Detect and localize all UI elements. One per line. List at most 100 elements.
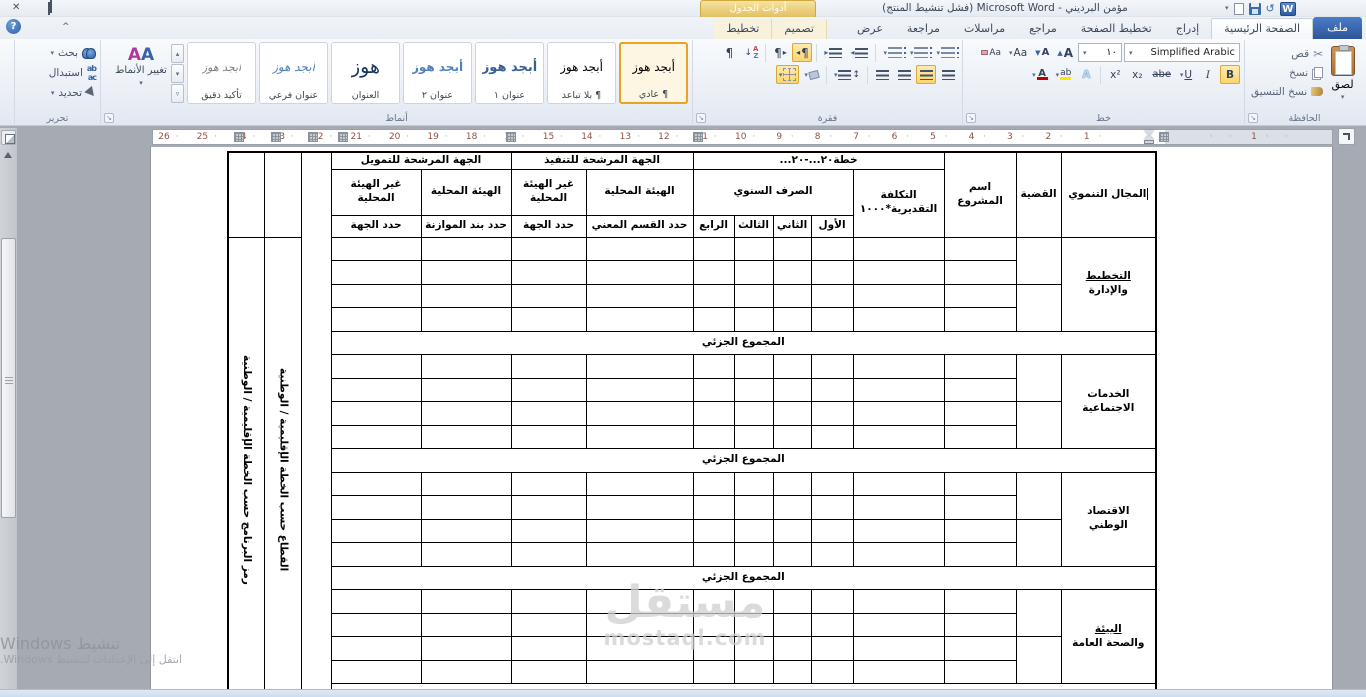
qat-customize-icon[interactable]: ▾ xyxy=(1225,2,1229,15)
change-case-button[interactable]: Aa ▾ xyxy=(1006,43,1030,62)
q1-data-cell[interactable] xyxy=(810,542,854,567)
cost-data-cell[interactable] xyxy=(852,260,945,285)
entity-fund-data-cell[interactable] xyxy=(330,495,422,520)
q3-data-cell[interactable] xyxy=(733,236,774,261)
header-plan-cell[interactable]: خطة٢٠...-٢٠... xyxy=(692,151,945,170)
decrease-indent-button[interactable]: ◂ xyxy=(847,43,871,62)
entity-fund-data-cell[interactable] xyxy=(330,283,422,308)
dept-data-cell[interactable] xyxy=(585,636,694,661)
spacer-column-cell[interactable] xyxy=(300,151,332,697)
q1-data-cell[interactable] xyxy=(810,260,854,285)
format-painter-button[interactable]: نسخ التنسيق xyxy=(1249,82,1325,101)
q4-data-cell[interactable] xyxy=(692,471,735,496)
q1-data-cell[interactable] xyxy=(810,354,854,379)
sort-button[interactable]: A Z ↓ xyxy=(741,43,761,62)
issue-data-cell[interactable] xyxy=(1015,518,1062,567)
subtotal-cell[interactable]: المجموع الجزئي xyxy=(330,448,1157,473)
dept-data-cell[interactable] xyxy=(585,401,694,426)
center-button[interactable] xyxy=(916,65,936,84)
font-size-combobox[interactable]: ▾ ١٠ xyxy=(1078,43,1122,62)
project-data-cell[interactable] xyxy=(943,354,1017,379)
dept-data-cell[interactable] xyxy=(585,471,694,496)
find-button[interactable]: بحث ▾ xyxy=(19,43,96,62)
project-data-cell[interactable] xyxy=(943,401,1017,426)
cost-data-cell[interactable] xyxy=(852,307,945,332)
project-data-cell[interactable] xyxy=(943,612,1017,637)
q2-data-cell[interactable] xyxy=(772,518,812,543)
q1-data-cell[interactable] xyxy=(810,518,854,543)
q3-data-cell[interactable] xyxy=(733,518,774,543)
numbering-button[interactable]: ▾ xyxy=(907,43,933,62)
style-no-spacing[interactable]: أبجد هوز ¶ بلا تباعد xyxy=(547,42,616,104)
shrink-font-button[interactable]: A ▼ xyxy=(1032,43,1052,62)
q2-data-cell[interactable] xyxy=(772,260,812,285)
cost-data-cell[interactable] xyxy=(852,401,945,426)
header-exec-entity-cell[interactable]: الجهة المرشحة للتنفيذ xyxy=(510,151,694,170)
q3-data-cell[interactable] xyxy=(733,307,774,332)
view-ruler-toggle-icon[interactable] xyxy=(1,130,16,145)
cost-data-cell[interactable] xyxy=(852,377,945,402)
dept-data-cell[interactable] xyxy=(585,659,694,684)
q4-data-cell[interactable] xyxy=(692,659,735,684)
q4-data-cell[interactable] xyxy=(692,495,735,520)
q3-data-cell[interactable] xyxy=(733,354,774,379)
entity-exec-data-cell[interactable] xyxy=(510,236,587,261)
budget-data-cell[interactable] xyxy=(420,236,512,261)
cut-button[interactable]: ✂ قص xyxy=(1249,44,1325,63)
multilevel-list-button[interactable]: ▾ xyxy=(880,43,906,62)
budget-data-cell[interactable] xyxy=(420,283,512,308)
subtotal-cell[interactable]: المجموع الجزئي xyxy=(330,565,1157,590)
q4-data-cell[interactable] xyxy=(692,518,735,543)
tab-review[interactable]: مراجعة xyxy=(895,19,952,39)
q1-data-cell[interactable] xyxy=(810,283,854,308)
align-right-button[interactable] xyxy=(938,65,958,84)
header-q4-cell[interactable]: الرابع xyxy=(692,214,735,238)
issue-data-cell[interactable] xyxy=(1015,283,1062,332)
program-code-vertical-cell[interactable]: رمز البرنامج حسب الخطة الإقليمية / الوطن… xyxy=(227,236,265,697)
q4-data-cell[interactable] xyxy=(692,283,735,308)
subtotal-cell[interactable]: المجموع الجزئي xyxy=(330,330,1157,355)
budget-data-cell[interactable] xyxy=(420,377,512,402)
q2-data-cell[interactable] xyxy=(772,283,812,308)
header-issue-cell[interactable]: القضية xyxy=(1015,151,1062,238)
entity-fund-data-cell[interactable] xyxy=(330,636,422,661)
dept-data-cell[interactable] xyxy=(585,377,694,402)
italic-button[interactable]: I xyxy=(1198,65,1218,84)
budget-data-cell[interactable] xyxy=(420,659,512,684)
budget-data-cell[interactable] xyxy=(420,424,512,449)
q2-data-cell[interactable] xyxy=(772,236,812,261)
font-dialog-launcher-icon[interactable]: ↘ xyxy=(966,113,976,123)
header-q3-cell[interactable]: الثالث xyxy=(733,214,774,238)
indent-markers[interactable] xyxy=(1144,130,1154,144)
dept-data-cell[interactable] xyxy=(585,542,694,567)
tab-page-layout[interactable]: تخطيط الصفحة xyxy=(1069,19,1164,39)
dept-data-cell[interactable] xyxy=(585,354,694,379)
align-left-button[interactable] xyxy=(894,65,914,84)
ruler-table-column-marker[interactable] xyxy=(693,132,703,142)
save-icon[interactable] xyxy=(1248,2,1261,15)
entity-fund-data-cell[interactable] xyxy=(330,518,422,543)
tab-home[interactable]: الصفحة الرئيسية xyxy=(1211,18,1314,39)
q4-data-cell[interactable] xyxy=(692,236,735,261)
sector-header-cell[interactable] xyxy=(263,151,302,238)
project-data-cell[interactable] xyxy=(943,424,1017,449)
sector-vertical-cell[interactable]: القطاع حسب الخطة الإقليمية / الوطنية xyxy=(263,236,302,697)
group-label-cell[interactable]: الخدمات الاجتماعية xyxy=(1060,354,1157,449)
cost-data-cell[interactable] xyxy=(852,471,945,496)
entity-exec-data-cell[interactable] xyxy=(510,542,587,567)
style-heading1[interactable]: أبجد هوز عنوان ١ xyxy=(475,42,544,104)
project-data-cell[interactable] xyxy=(943,236,1017,261)
header-q2-cell[interactable]: الثاني xyxy=(772,214,812,238)
header-budget-item-cell[interactable]: حدد بند الموازنة xyxy=(420,214,512,238)
dept-data-cell[interactable] xyxy=(585,283,694,308)
select-button[interactable]: تحديد ▾ xyxy=(19,83,98,102)
entity-exec-data-cell[interactable] xyxy=(510,495,587,520)
q4-data-cell[interactable] xyxy=(692,377,735,402)
q2-data-cell[interactable] xyxy=(772,589,812,614)
budget-data-cell[interactable] xyxy=(420,495,512,520)
q3-data-cell[interactable] xyxy=(733,401,774,426)
group-label-cell[interactable]: التخطيط والإدارة xyxy=(1060,236,1157,332)
entity-exec-data-cell[interactable] xyxy=(510,260,587,285)
budget-data-cell[interactable] xyxy=(420,589,512,614)
close-window-icon[interactable]: ✕ xyxy=(12,3,20,13)
